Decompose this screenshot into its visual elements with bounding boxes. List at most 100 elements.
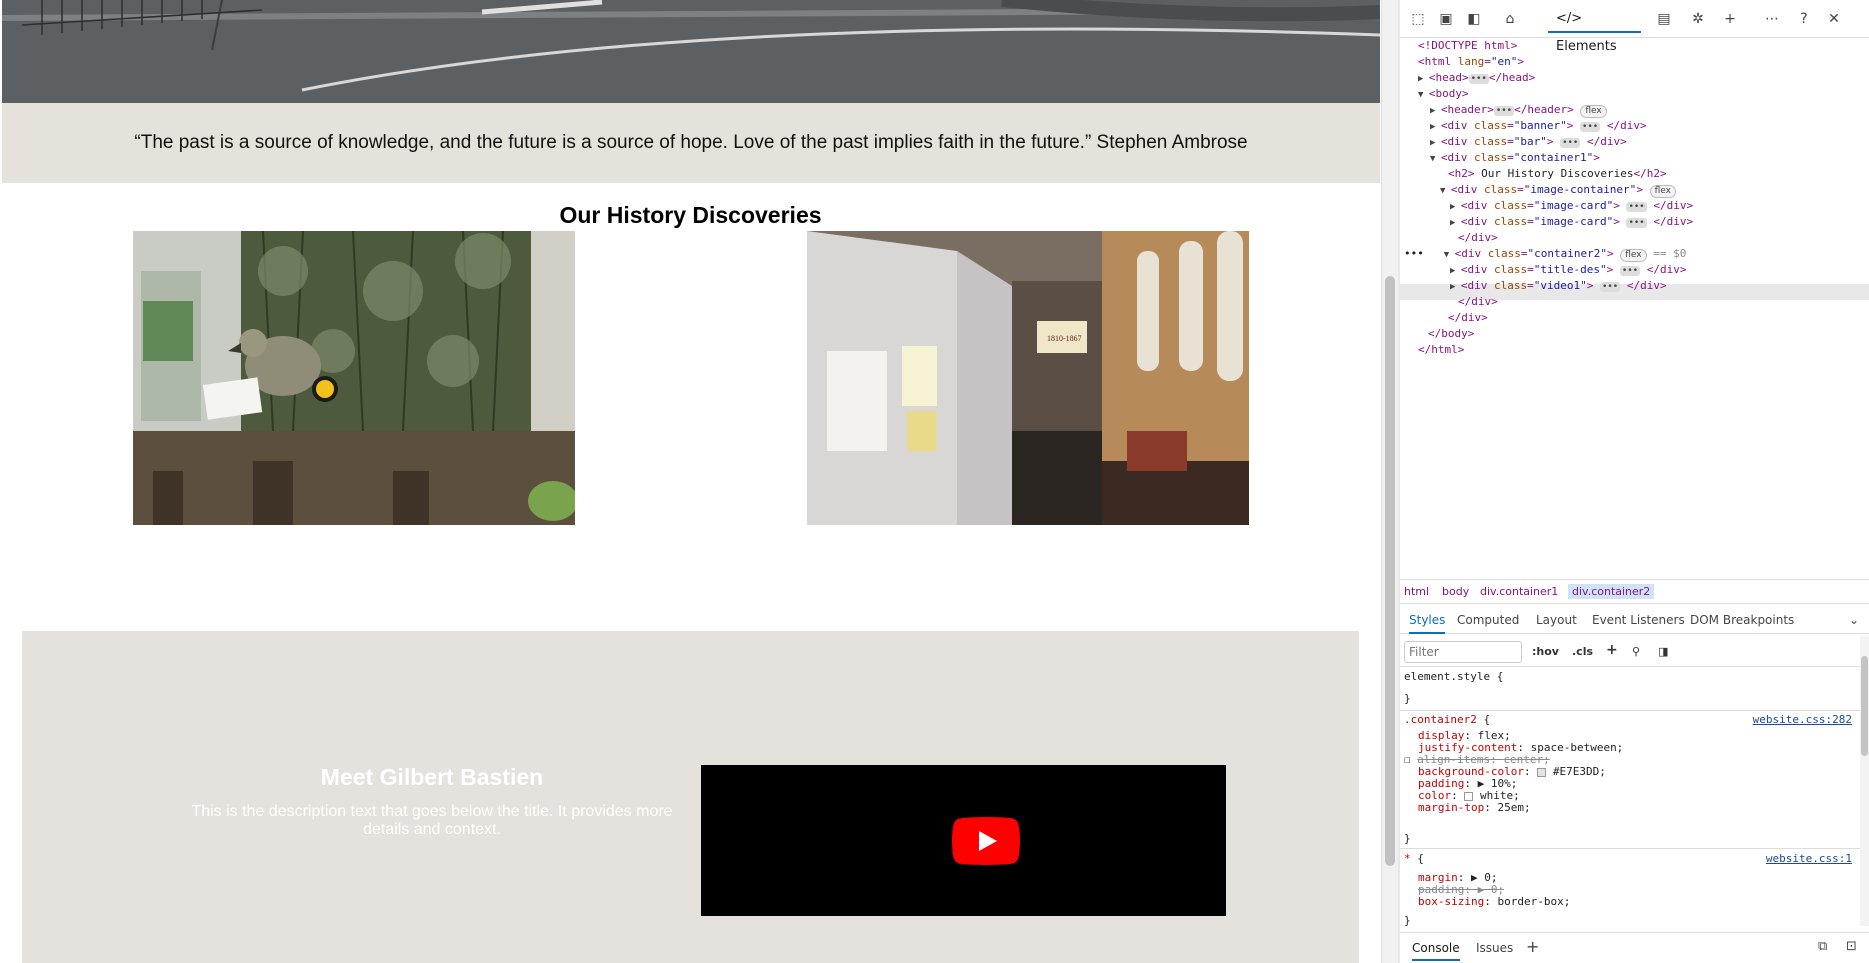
styles-subtabs: Styles Computed Layout Event Listeners D… <box>1400 606 1869 634</box>
expand-drawer-icon[interactable]: ⊡ <box>1846 939 1857 954</box>
road-photo <box>2 0 1380 103</box>
dom-line-head[interactable]: ▶ <head> ••• </head> <box>1418 70 1535 86</box>
dock-sidebar-icon[interactable]: ◧ <box>1464 9 1484 29</box>
close-icon[interactable]: ✕ <box>1824 9 1844 29</box>
dom-line-container1[interactable]: ▼ <div class="container1"> <box>1430 150 1600 166</box>
styles-scrollbar[interactable] <box>1860 636 1869 926</box>
prop-name[interactable]: margin-top <box>1418 801 1484 814</box>
prop-name[interactable]: box-sizing <box>1418 895 1484 908</box>
dom-line-bar[interactable]: ▶ <div class="bar"> ••• </div> <box>1430 134 1627 150</box>
styles-scrollbar-thumb[interactable] <box>1861 656 1868 756</box>
dodo-exhibit-photo <box>133 231 575 525</box>
color-swatch-icon[interactable] <box>1464 791 1474 801</box>
dom-line-h2[interactable]: <h2> Our History Discoveries</h2> <box>1448 166 1667 182</box>
dom-tree: <!DOCTYPE html> <html lang="en"> ▶ <head… <box>1400 38 1869 578</box>
element-style-open[interactable]: element.style { <box>1404 670 1503 684</box>
gallery-exhibit-photo: 1810-1867 <box>807 231 1249 525</box>
breadcrumb-body[interactable]: body <box>1442 585 1469 598</box>
breadcrumb-container2[interactable]: div.container2 <box>1568 584 1655 599</box>
tab-computed[interactable]: Computed <box>1457 613 1519 627</box>
prop-value[interactable]: 25em; <box>1497 801 1530 814</box>
dom-line-container2-close[interactable]: </div> <box>1458 294 1498 310</box>
dom-line-html[interactable]: <html lang="en"> <box>1418 54 1524 70</box>
dom-line-image-container-close[interactable]: </div> <box>1458 230 1498 246</box>
dom-line-video1[interactable]: ▶ <div class="video1"> ••• </div> <box>1450 278 1667 294</box>
youtube-play-icon[interactable] <box>952 817 1020 865</box>
collapse-arrow-icon: ▼ <box>1418 90 1429 100</box>
tab-event-listeners[interactable]: Event Listeners <box>1592 613 1685 627</box>
hov-button[interactable]: :hov <box>1532 645 1559 658</box>
elements-code-icon: </> <box>1556 11 1583 26</box>
rule-container2-source-link[interactable]: website.css:282 <box>1753 713 1852 726</box>
container2-section: Meet Gilbert Bastien This is the descrip… <box>22 631 1359 963</box>
expand-arrow-icon: ▶ <box>1418 74 1429 84</box>
tab-dom-breakpoints[interactable]: DOM Breakpoints <box>1690 613 1794 627</box>
dom-line-container1-close[interactable]: </div> <box>1448 310 1488 326</box>
dom-line-header[interactable]: ▶ <header> ••• </header> flex <box>1430 102 1607 118</box>
device-toggle-icon[interactable]: ▣ <box>1436 9 1456 29</box>
dom-line-html-close[interactable]: </html> <box>1418 342 1464 358</box>
styles-filter-input[interactable] <box>1404 641 1522 663</box>
gallery-sign-text: 1810-1867 <box>1047 334 1082 343</box>
dom-line-body-close[interactable]: </body> <box>1428 326 1474 342</box>
drawer-tab-issues[interactable]: Issues <box>1476 941 1513 955</box>
row-more-icon: ••• <box>1404 247 1424 260</box>
dom-line-doctype[interactable]: <!DOCTYPE html> <box>1418 38 1517 54</box>
bug-icon[interactable]: ✲ <box>1688 9 1708 29</box>
collapse-arrow-icon: ▼ <box>1440 186 1451 196</box>
new-rule-icon[interactable]: + <box>1606 642 1618 658</box>
tab-elements[interactable]: </> Elements <box>1548 5 1641 54</box>
dom-line-image-card-2[interactable]: ▶ <div class="image-card"> ••• </div> <box>1450 214 1693 230</box>
prop-value[interactable]: #E7E3DD; <box>1553 765 1606 778</box>
styles-filter-row: :hov .cls + ⚲ ◨ <box>1400 637 1869 667</box>
tab-styles[interactable]: Styles <box>1409 613 1446 634</box>
rule-container2-close: } <box>1404 832 1411 845</box>
expand-arrow-icon: ▶ <box>1430 106 1441 116</box>
page-scrollbar[interactable] <box>1381 0 1398 963</box>
container2-prop-margin-top[interactable]: margin-top: 25em; <box>1418 801 1531 815</box>
toggle-sidebar-icon[interactable]: ◨ <box>1658 645 1668 658</box>
universal-prop-box-sizing[interactable]: box-sizing: border-box; <box>1418 895 1570 909</box>
drawer-tab-console[interactable]: Console <box>1412 941 1460 961</box>
breadcrumb: html body div.container1 div.container2 <box>1400 579 1869 604</box>
rule-universal-source-link[interactable]: website.css:1 <box>1766 852 1852 865</box>
breadcrumb-html[interactable]: html <box>1404 585 1429 598</box>
chevron-down-icon[interactable]: ⌄ <box>1849 613 1859 627</box>
element-style-close: } <box>1404 692 1411 705</box>
quote-bar: “The past is a source of knowledge, and … <box>2 103 1380 183</box>
paint-brush-icon[interactable]: ⚲ <box>1632 645 1640 658</box>
dom-line-body[interactable]: ▼ <body> <box>1418 86 1469 102</box>
add-tab-icon[interactable]: + <box>1720 9 1740 29</box>
home-icon[interactable]: ⌂ <box>1500 9 1520 29</box>
tab-layout[interactable]: Layout <box>1536 613 1577 627</box>
cls-button[interactable]: .cls <box>1572 645 1593 658</box>
more-icon[interactable]: ⋯ <box>1762 9 1782 29</box>
dom-line-title-des[interactable]: ▶ <div class="title-des"> ••• </div> <box>1450 262 1686 278</box>
devtools-toolbar: ⬚ ▣ ◧ ⌂ </> Elements ▤ ✲ + ⋯ ? ✕ <box>1400 0 1869 54</box>
collapse-arrow-icon: ▼ <box>1443 250 1455 260</box>
styles-pane: element.style { } .container2 { website.… <box>1400 668 1860 928</box>
color-swatch-icon[interactable] <box>1537 767 1547 777</box>
image-card-gallery[interactable]: 1810-1867 <box>807 231 1249 525</box>
expand-arrow-icon: ▶ <box>1430 138 1441 148</box>
video-player[interactable] <box>701 765 1226 916</box>
console-error-icon[interactable]: ▤ <box>1654 9 1674 29</box>
rule-container2-selector[interactable]: .container2 { <box>1404 713 1490 727</box>
image-card-dodo[interactable] <box>133 231 575 525</box>
prop-value[interactable]: border-box; <box>1497 895 1570 908</box>
drawer-add-icon[interactable]: + <box>1526 937 1539 956</box>
breadcrumb-container1[interactable]: div.container1 <box>1480 585 1558 598</box>
dom-line-banner[interactable]: ▶ <div class="banner"> ••• </div> <box>1430 118 1647 134</box>
expand-arrow-icon: ▶ <box>1450 202 1461 212</box>
inspect-icon[interactable]: ⬚ <box>1408 9 1428 29</box>
help-icon[interactable]: ? <box>1794 9 1814 29</box>
expand-arrow-icon: ▶ <box>1450 218 1461 228</box>
expand-arrow-icon: ▶ <box>1430 122 1441 132</box>
prop-checkbox[interactable]: ☐ <box>1404 753 1417 766</box>
dock-drawer-icon[interactable]: ⧉ <box>1818 939 1827 954</box>
page-scrollbar-thumb[interactable] <box>1385 276 1395 866</box>
rule-universal-selector[interactable]: * { <box>1404 852 1424 866</box>
dom-line-image-container[interactable]: ▼ <div class="image-container"> flex <box>1440 182 1676 198</box>
dom-line-container2[interactable]: ••• ▼ <div class="container2"> flex == $… <box>1404 246 1686 262</box>
dom-line-image-card-1[interactable]: ▶ <div class="image-card"> ••• </div> <box>1450 198 1693 214</box>
